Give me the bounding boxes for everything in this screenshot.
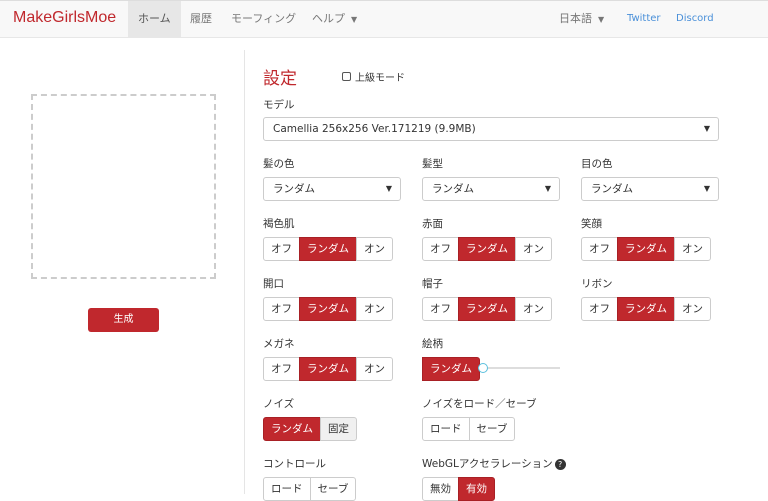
control-save-button[interactable]: セーブ	[309, 477, 357, 501]
random-button[interactable]: ランダム	[299, 297, 357, 321]
style-label: 絵柄	[422, 338, 443, 350]
on-button[interactable]: オン	[674, 297, 711, 321]
on-button[interactable]: オン	[515, 237, 552, 261]
noise-label: ノイズ	[263, 398, 295, 410]
help-icon[interactable]: ?	[554, 458, 566, 470]
language-label: 日本語	[559, 12, 592, 25]
generated-image-placeholder	[31, 94, 216, 279]
webgl-off-button[interactable]: 無効	[422, 477, 459, 501]
nav-help[interactable]: ヘルプ ▼	[302, 1, 367, 38]
control-group: ロード セーブ	[263, 477, 357, 501]
noise-save-button[interactable]: セーブ	[468, 417, 516, 441]
dark-skin-label: 褐色肌	[263, 218, 295, 230]
hair-style-value: ランダム	[432, 183, 474, 195]
random-button[interactable]: ランダム	[458, 237, 516, 261]
control-label: コントロール	[263, 458, 326, 470]
caret-down-icon: ▼	[703, 124, 710, 133]
hair-color-value: ランダム	[273, 183, 315, 195]
on-button[interactable]: オン	[674, 237, 711, 261]
off-button[interactable]: オフ	[422, 237, 459, 261]
eye-color-label: 目の色	[581, 158, 613, 170]
glasses-label: メガネ	[263, 338, 295, 350]
hat-label: 帽子	[422, 278, 443, 290]
off-button[interactable]: オフ	[581, 297, 618, 321]
webgl-on-button[interactable]: 有効	[458, 477, 495, 501]
open-mouth-label: 開口	[263, 278, 284, 290]
ribbon-label: リボン	[581, 278, 613, 290]
noise-fixed-button[interactable]: 固定	[320, 417, 357, 441]
glasses-toggle: オフ ランダム オン	[263, 357, 393, 381]
off-button[interactable]: オフ	[581, 237, 618, 261]
slider-handle[interactable]	[478, 363, 488, 373]
advanced-mode-label: 上級モード	[355, 73, 405, 84]
hair-style-label: 髪型	[422, 158, 443, 170]
hair-style-select[interactable]: ランダム ▼	[422, 177, 560, 201]
noise-toggle: ランダム 固定	[263, 417, 357, 441]
webgl-label-row: WebGLアクセラレーション?	[422, 456, 566, 471]
caret-down-icon: ▼	[351, 15, 358, 24]
hair-color-select[interactable]: ランダム ▼	[263, 177, 401, 201]
noise-load-button[interactable]: ロード	[422, 417, 470, 441]
webgl-toggle: 無効 有効	[422, 477, 495, 501]
model-value: Camellia 256x256 Ver.171219 (9.9MB)	[273, 123, 476, 135]
on-button[interactable]: オン	[515, 297, 552, 321]
webgl-label: WebGLアクセラレーション	[422, 458, 553, 470]
hat-toggle: オフ ランダム オン	[422, 297, 552, 321]
model-select[interactable]: Camellia 256x256 Ver.171219 (9.9MB) ▼	[263, 117, 719, 141]
noise-random-button[interactable]: ランダム	[263, 417, 321, 441]
random-button[interactable]: ランダム	[299, 357, 357, 381]
off-button[interactable]: オフ	[422, 297, 459, 321]
caret-down-icon: ▼	[544, 184, 551, 193]
off-button[interactable]: オフ	[263, 237, 300, 261]
caret-down-icon: ▼	[598, 15, 605, 24]
discord-link[interactable]: Discord	[666, 1, 724, 38]
advanced-mode-checkbox[interactable]: 上級モード	[342, 69, 405, 84]
open-mouth-toggle: オフ ランダム オン	[263, 297, 393, 321]
on-button[interactable]: オン	[356, 357, 393, 381]
style-random-button[interactable]: ランダム	[422, 357, 480, 381]
divider	[244, 50, 245, 494]
model-label: モデル	[263, 99, 295, 111]
language-dropdown[interactable]: 日本語 ▼	[549, 1, 614, 38]
blush-label: 赤面	[422, 218, 443, 230]
off-button[interactable]: オフ	[263, 357, 300, 381]
navbar: MakeGirlsMoe ホーム 履歴 モーフィング ヘルプ ▼ 日本語 ▼ Twi…	[0, 0, 768, 38]
random-button[interactable]: ランダム	[299, 237, 357, 261]
hair-color-label: 髪の色	[263, 158, 295, 170]
random-button[interactable]: ランダム	[458, 297, 516, 321]
brand-logo[interactable]: MakeGirlsMoe	[13, 9, 116, 27]
style-slider[interactable]	[478, 363, 560, 373]
twitter-link[interactable]: Twitter	[617, 1, 671, 38]
ribbon-toggle: オフ ランダム オン	[581, 297, 711, 321]
on-button[interactable]: オン	[356, 237, 393, 261]
nav-help-label: ヘルプ	[312, 12, 345, 25]
nav-home[interactable]: ホーム	[128, 1, 181, 38]
random-button[interactable]: ランダム	[617, 237, 675, 261]
off-button[interactable]: オフ	[263, 297, 300, 321]
control-load-button[interactable]: ロード	[263, 477, 311, 501]
smile-label: 笑顔	[581, 218, 602, 230]
caret-down-icon: ▼	[385, 184, 392, 193]
checkbox-icon[interactable]	[342, 72, 351, 81]
eye-color-select[interactable]: ランダム ▼	[581, 177, 719, 201]
nav-history[interactable]: 履歴	[180, 1, 222, 38]
dark-skin-toggle: オフ ランダム オン	[263, 237, 393, 261]
random-button[interactable]: ランダム	[617, 297, 675, 321]
noise-io-label: ノイズをロード／セーブ	[422, 398, 537, 410]
noise-io-group: ロード セーブ	[422, 417, 516, 441]
smile-toggle: オフ ランダム オン	[581, 237, 711, 261]
settings-title: 設定	[263, 69, 297, 89]
style-random-group: ランダム	[422, 357, 480, 381]
on-button[interactable]: オン	[356, 297, 393, 321]
caret-down-icon: ▼	[703, 184, 710, 193]
eye-color-value: ランダム	[591, 183, 633, 195]
nav-morphing[interactable]: モーフィング	[221, 1, 306, 38]
blush-toggle: オフ ランダム オン	[422, 237, 552, 261]
generate-button[interactable]: 生成	[88, 308, 159, 332]
